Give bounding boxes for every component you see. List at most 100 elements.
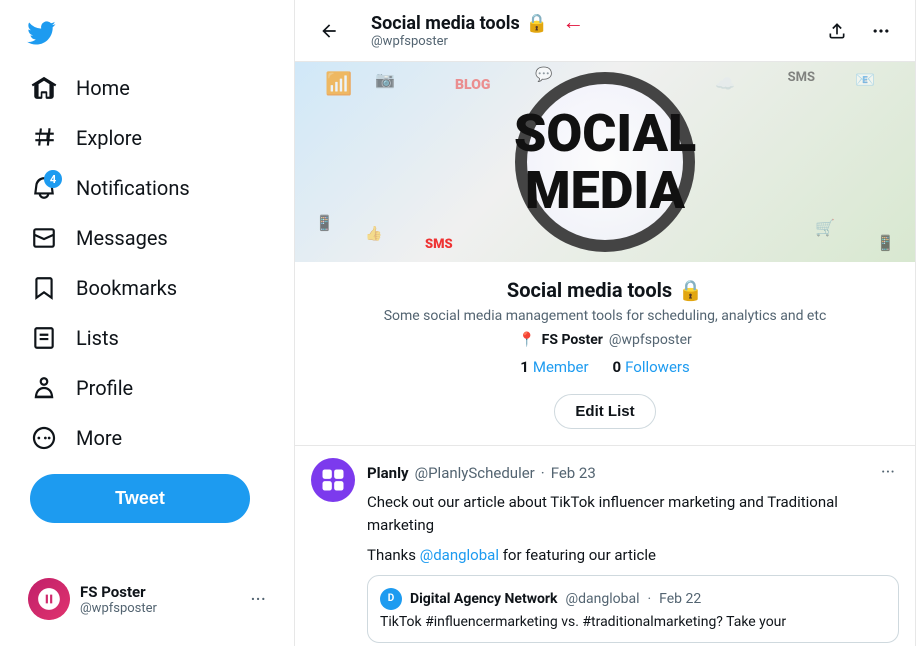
quoted-text: TikTok #influencermarketing vs. #traditi… <box>380 614 886 630</box>
tweet-text-line2: Thanks @danglobal for featuring our arti… <box>367 544 899 567</box>
sidebar-item-home[interactable]: Home <box>16 64 278 112</box>
quoted-date: Feb 22 <box>659 591 701 607</box>
profile-name-text: Social media tools <box>507 278 672 302</box>
footer-more-button[interactable]: ··· <box>250 587 266 611</box>
top-bar-title: Social media tools 🔒 ← <box>371 12 819 34</box>
profile-linked-name[interactable]: FS Poster <box>542 332 603 348</box>
sidebar-item-more-label: More <box>76 426 122 450</box>
tweet-feed: Planly @PlanlyScheduler · Feb 23 ··· Che… <box>295 446 915 646</box>
quoted-display-name: Digital Agency Network <box>410 591 558 607</box>
tweet-dot: · <box>541 464 545 482</box>
edit-list-button[interactable]: Edit List <box>554 394 655 429</box>
planly-avatar-icon <box>319 466 347 494</box>
sidebar-item-lists-label: Lists <box>76 326 119 350</box>
top-bar-actions <box>819 13 899 49</box>
tweet-display-name[interactable]: Planly <box>367 464 409 482</box>
deco-blog1: BLOG <box>455 77 490 93</box>
sidebar-item-notifications[interactable]: 4 Notifications <box>16 164 278 212</box>
person-icon <box>30 374 58 402</box>
profile-lock-icon: 🔒 <box>678 278 703 302</box>
profile-linked-handle: @wpfsposter <box>609 332 692 348</box>
tweet-mention[interactable]: @danglobal <box>420 546 499 564</box>
hashtag-icon <box>30 124 58 152</box>
tweet-button[interactable]: Tweet <box>30 474 250 523</box>
twitter-bird-icon <box>26 18 56 48</box>
list-icon <box>30 324 58 352</box>
tweet-text-line1: Check out our article about TikTok influ… <box>367 491 899 536</box>
member-stat[interactable]: 1 Member <box>520 358 588 376</box>
deco-cart: 🛒 <box>815 218 835 237</box>
back-arrow-icon <box>319 21 339 41</box>
sidebar-item-more[interactable]: More <box>16 414 278 462</box>
tweet-user-info: Planly @PlanlyScheduler · Feb 23 <box>367 464 596 482</box>
deco-sms-top: SMS <box>788 70 815 85</box>
sidebar-item-lists[interactable]: Lists <box>16 314 278 362</box>
tweet-header: Planly @PlanlyScheduler · Feb 23 ··· <box>367 458 899 487</box>
banner-social-media-text: SOCIALMEDIA <box>514 105 696 219</box>
top-bar-lock-icon: 🔒 <box>526 13 548 34</box>
quoted-dot: · <box>647 591 651 607</box>
sidebar-item-profile[interactable]: Profile <box>16 364 278 412</box>
sidebar-item-explore[interactable]: Explore <box>16 114 278 162</box>
sidebar-item-bookmarks[interactable]: Bookmarks <box>16 264 278 312</box>
deco-sms-bot: SMS <box>425 237 453 252</box>
quoted-header: D Digital Agency Network @danglobal · Fe… <box>380 588 886 610</box>
main-content: Social media tools 🔒 ← @wpfsposter 📶 📷 B… <box>295 0 916 646</box>
top-bar-title-text: Social media tools <box>371 13 520 34</box>
profile-banner: 📶 📷 BLOG 💬 ☁️ SMS 📧 📱 👍 SMS 🛒 📱 SOCIALME… <box>295 62 915 262</box>
footer-username: @wpfsposter <box>80 601 157 616</box>
footer-names: FS Poster @wpfsposter <box>80 583 157 616</box>
footer-avatar <box>28 578 70 620</box>
tweet-more-button[interactable]: ··· <box>877 458 899 487</box>
quoted-tweet[interactable]: D Digital Agency Network @danglobal · Fe… <box>367 575 899 643</box>
magnifier: SOCIALMEDIA <box>515 72 695 252</box>
more-options-button[interactable] <box>863 13 899 49</box>
tweet-item: Planly @PlanlyScheduler · Feb 23 ··· Che… <box>295 446 915 646</box>
sidebar-item-explore-label: Explore <box>76 126 142 150</box>
deco-phone: 📱 <box>315 214 334 232</box>
deco-camera: 📷 <box>375 70 395 89</box>
share-button[interactable] <box>819 13 855 49</box>
banner-art: 📶 📷 BLOG 💬 ☁️ SMS 📧 📱 👍 SMS 🛒 📱 SOCIALME… <box>295 62 915 262</box>
sidebar-item-home-label: Home <box>76 76 130 100</box>
red-arrow-indicator: ← <box>562 12 584 34</box>
deco-mail: 📧 <box>855 70 875 89</box>
sidebar-item-notifications-label: Notifications <box>76 176 190 200</box>
tweet-handle: @PlanlyScheduler <box>415 464 535 482</box>
quoted-handle: @danglobal <box>566 591 640 607</box>
quoted-avatar: D <box>380 588 402 610</box>
profile-bio: Some social media management tools for s… <box>355 308 855 324</box>
home-icon <box>30 74 58 102</box>
more-dots-icon <box>871 21 891 41</box>
deco-cloud: ☁️ <box>715 74 735 93</box>
profile-section: Social media tools 🔒 Some social media m… <box>295 262 915 446</box>
top-bar-subtitle: @wpfsposter <box>371 34 819 49</box>
bookmark-icon <box>30 274 58 302</box>
top-bar-title-area: Social media tools 🔒 ← @wpfsposter <box>371 12 819 49</box>
quoted-avatar-label: D <box>388 593 395 604</box>
profile-name: Social media tools 🔒 <box>311 278 899 302</box>
deco-like: 👍 <box>365 226 382 242</box>
footer-user-info: FS Poster @wpfsposter <box>28 578 157 620</box>
tweet-date: Feb 23 <box>551 464 596 482</box>
bell-icon: 4 <box>30 174 58 202</box>
twitter-logo[interactable] <box>16 8 66 58</box>
planly-avatar <box>311 458 355 502</box>
follower-stat[interactable]: 0 Followers <box>613 358 690 376</box>
sidebar-item-profile-label: Profile <box>76 376 133 400</box>
follower-count: 0 <box>613 358 622 376</box>
main-nav: Home Explore 4 Notifications Messages <box>16 62 278 464</box>
follower-label: Followers <box>625 358 690 376</box>
envelope-icon <box>30 224 58 252</box>
profile-link-row: 📍 FS Poster @wpfsposter <box>311 332 899 348</box>
dots-circle-icon <box>30 424 58 452</box>
top-bar: Social media tools 🔒 ← @wpfsposter <box>295 0 915 62</box>
member-label: Member <box>533 358 589 376</box>
sidebar-footer[interactable]: FS Poster @wpfsposter ··· <box>16 568 278 630</box>
back-button[interactable] <box>311 13 347 49</box>
deco-msg: 💬 <box>535 67 552 83</box>
tweet-body: Planly @PlanlyScheduler · Feb 23 ··· Che… <box>367 458 899 643</box>
share-icon <box>827 21 847 41</box>
sidebar-item-messages[interactable]: Messages <box>16 214 278 262</box>
location-pin-icon: 📍 <box>518 332 535 348</box>
